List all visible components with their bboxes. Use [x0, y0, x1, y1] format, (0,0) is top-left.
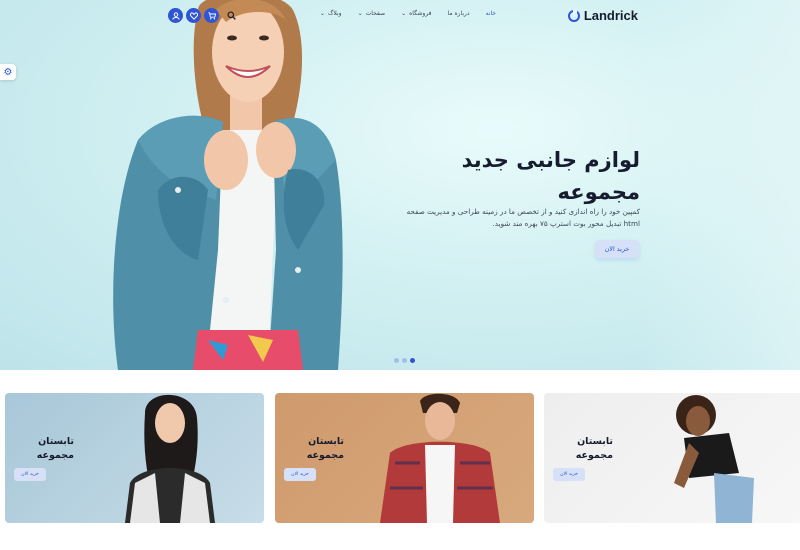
collection-title-line: تابستان — [308, 436, 344, 447]
shop-now-button[interactable]: خرید الان — [595, 240, 639, 258]
header-icons — [168, 8, 239, 23]
chevron-down-icon: ⌄ — [320, 10, 326, 17]
hero-title-line: مجموعه — [557, 180, 640, 204]
collection-model-image — [380, 393, 500, 523]
chevron-down-icon: ⌄ — [401, 10, 407, 17]
user-icon[interactable] — [168, 8, 183, 23]
hero-description-line: کمپین خود را راه اندازی کنید و از تخصص م… — [406, 207, 640, 216]
collection-shop-button[interactable]: خرید الان — [284, 468, 316, 481]
menu-label: وبلاگ — [328, 10, 342, 17]
hero-model-image — [113, 0, 343, 370]
collection-model-image — [125, 394, 215, 523]
heart-icon[interactable] — [186, 8, 201, 23]
collection-card[interactable]: تابستان مجموعه خرید الان — [275, 393, 534, 523]
carousel-dot[interactable] — [402, 358, 407, 363]
collection-title-line: مجموعه — [306, 450, 344, 461]
menu-label: درباره ما — [447, 10, 470, 17]
logo[interactable]: Landrick — [567, 8, 638, 23]
collection-card[interactable]: تابستان مجموعه خرید الان — [544, 393, 800, 523]
collection-title-line: مجموعه — [36, 450, 74, 461]
menu-item-blog[interactable]: وبلاگ ⌄ — [320, 10, 342, 17]
carousel-indicators — [394, 358, 415, 363]
logo-icon — [567, 9, 580, 22]
collection-title-line: تابستان — [577, 436, 613, 447]
main-menu: خانه درباره ما فروشگاه ⌄ صفحات ⌄ وبلاگ ⌄ — [320, 10, 496, 17]
collection-title: تابستان مجموعه — [553, 435, 613, 463]
collection-shop-button[interactable]: خرید الان — [14, 468, 46, 481]
menu-label: خانه — [485, 10, 496, 17]
collection-title-line: مجموعه — [575, 450, 613, 461]
carousel-dot[interactable] — [394, 358, 399, 363]
gear-icon[interactable]: ⚙ — [0, 64, 16, 80]
logo-text: Landrick — [583, 8, 638, 23]
hero-description: کمپین خود را راه اندازی کنید و از تخصص م… — [390, 206, 640, 230]
menu-item-shop[interactable]: فروشگاه ⌄ — [401, 10, 431, 17]
hero-title-line: لوازم جانبی جدید — [461, 148, 640, 172]
collection-model-image — [674, 395, 754, 523]
hero-description-line: html تبدیل محور بوت استرپ ۷۵ بهره مند شو… — [492, 219, 640, 228]
menu-item-pages[interactable]: صفحات ⌄ — [358, 10, 386, 17]
collection-card[interactable]: تابستان مجموعه خرید الان — [5, 393, 264, 523]
carousel-dot-active[interactable] — [410, 358, 415, 363]
collection-shop-button[interactable]: خرید الان — [553, 468, 585, 481]
hero-banner: Landrick خانه درباره ما فروشگاه ⌄ صفحات ⌄ … — [0, 0, 800, 370]
collection-title-line: تابستان — [38, 436, 74, 447]
search-icon[interactable] — [224, 8, 239, 23]
menu-label: صفحات — [365, 10, 386, 17]
menu-label: فروشگاه — [409, 10, 432, 17]
collection-title: تابستان مجموعه — [14, 435, 74, 463]
menu-item-home[interactable]: خانه — [486, 10, 496, 17]
hero-title: لوازم جانبی جدید مجموعه — [400, 144, 640, 208]
collection-title: تابستان مجموعه — [284, 435, 344, 463]
menu-item-about[interactable]: درباره ما — [448, 10, 470, 17]
chevron-down-icon: ⌄ — [357, 10, 363, 17]
cart-icon[interactable] — [204, 8, 219, 23]
